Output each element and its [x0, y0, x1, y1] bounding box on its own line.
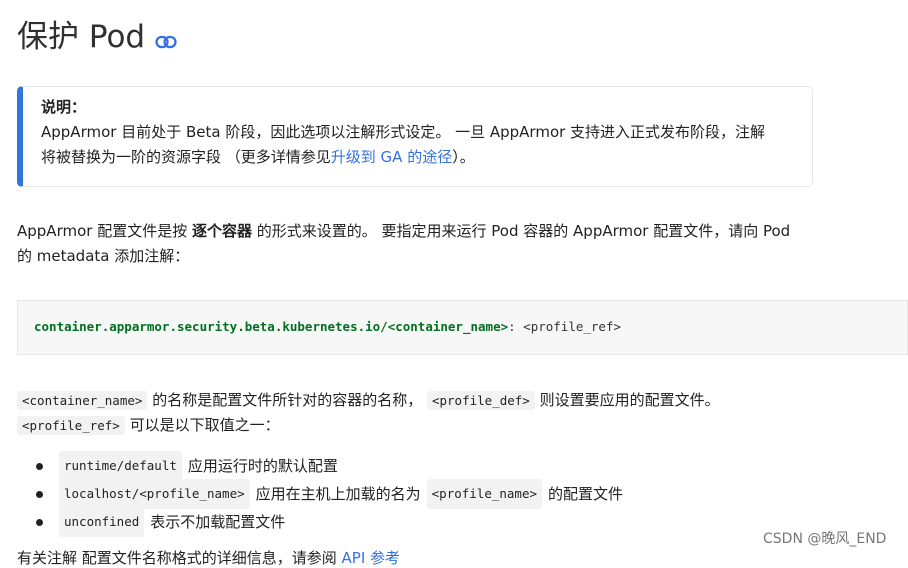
- ga-path-link[interactable]: 升级到 GA 的途径: [331, 148, 452, 166]
- profile-value-list: runtime/default 应用运行时的默认配置 localhost/<pr…: [36, 451, 624, 537]
- api-reference-link[interactable]: API 参考: [342, 549, 401, 567]
- note-line-2-post: ）。: [452, 148, 475, 166]
- note-line-1: AppArmor 目前处于 Beta 阶段，因此选项以注解形式设定。 一旦 Ap…: [41, 123, 766, 141]
- list-item-code-2: <profile_name>: [426, 479, 542, 509]
- list-item-text: 应用在主机上加载的名为: [255, 485, 421, 503]
- inline-code-profile-ref: <profile_ref>: [17, 416, 125, 435]
- inline-code-profile-def: <profile_def>: [426, 391, 535, 410]
- code-key: container.apparmor.security.beta.kuberne…: [34, 319, 509, 334]
- bullet-icon: [36, 462, 43, 470]
- para2-text-3: 可以是以下取值之一：: [124, 416, 280, 434]
- list-item-text: 应用运行时的默认配置: [187, 457, 338, 475]
- watermark: CSDN @晚风_END: [763, 531, 887, 547]
- note-callout: 说明： AppArmor 目前处于 Beta 阶段，因此选项以注解形式设定。 一…: [17, 86, 813, 187]
- list-item-code: unconfined: [59, 507, 145, 537]
- note-line-2-pre: 将被替换为一阶的资源字段 （更多详情参见: [41, 148, 331, 166]
- cut-off-paragraph: 有关注解 配置文件名称格式的详细信息，请参阅 API 参考: [17, 548, 400, 568]
- inline-code-container-name: <container_name>: [17, 391, 148, 410]
- list-item: unconfined 表示不加载配置文件: [36, 507, 623, 537]
- note-line-2: 将被替换为一阶的资源字段 （更多详情参见升级到 GA 的途径）。: [41, 145, 800, 170]
- list-item-text-2: 的配置文件: [548, 485, 624, 503]
- note-title: 说明：: [41, 98, 87, 116]
- para1-pre: AppArmor 配置文件是按: [17, 222, 192, 240]
- list-item: runtime/default 应用运行时的默认配置: [36, 451, 623, 481]
- list-item-text: 表示不加载配置文件: [150, 513, 286, 531]
- list-item: localhost/<profile_name> 应用在主机上加载的名为 <pr…: [36, 479, 624, 509]
- para2-text-2: 则设置要应用的配置文件。: [534, 391, 720, 409]
- bullet-icon: [36, 490, 43, 498]
- page-title: 保护 Pod: [17, 14, 177, 60]
- cut-text-pre: 有关注解 配置文件名称格式的详细信息，请参阅: [17, 549, 342, 567]
- bullet-icon: [36, 518, 43, 526]
- list-item-code: localhost/<profile_name>: [59, 479, 250, 509]
- annotation-code-block: container.apparmor.security.beta.kuberne…: [17, 300, 908, 355]
- code-rest: : <profile_ref>: [508, 319, 622, 334]
- list-item-code: runtime/default: [59, 451, 182, 481]
- page-title-text: 保护 Pod: [17, 19, 146, 55]
- link-icon[interactable]: [155, 18, 177, 60]
- para1-bold: 逐个容器: [191, 222, 252, 240]
- explanation-paragraph: <container_name> 的名称是配置文件所针对的容器的名称， <pro…: [17, 388, 897, 438]
- annotation-paragraph: AppArmor 配置文件是按 逐个容器 的形式来设置的。 要指定用来运行 Po…: [17, 219, 807, 269]
- para2-text-1: 的名称是配置文件所针对的容器的名称，: [147, 391, 427, 409]
